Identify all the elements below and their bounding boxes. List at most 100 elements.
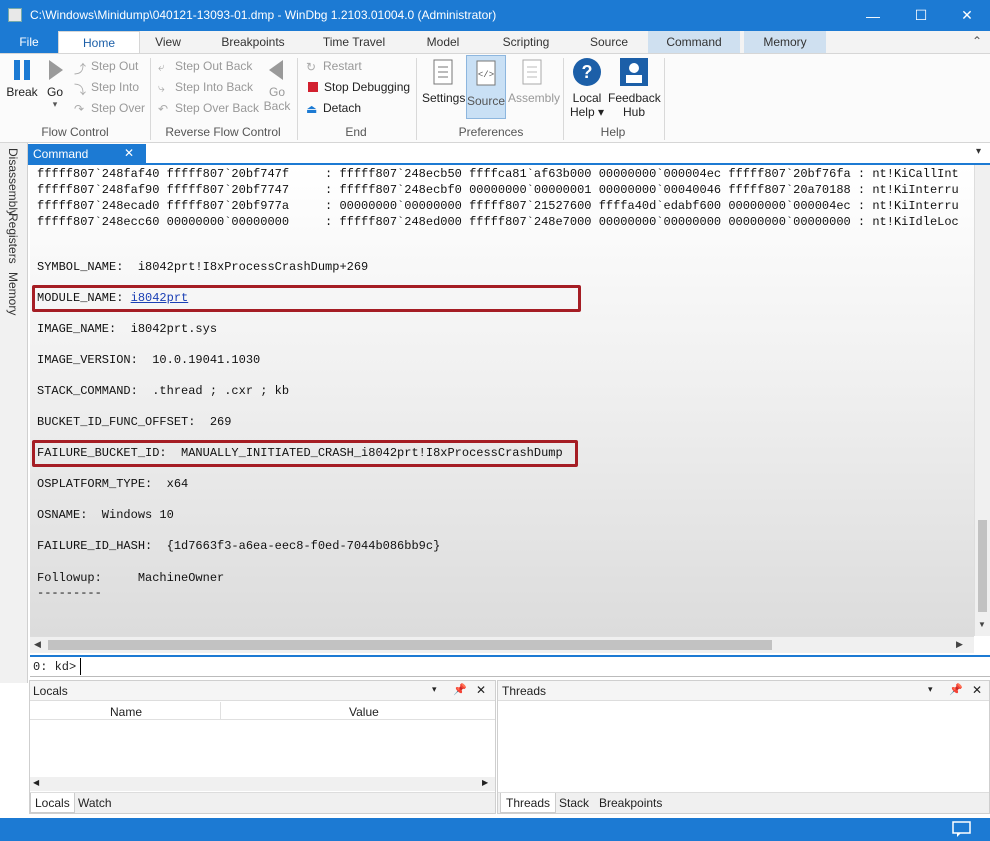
preferences-group-label: Preferences <box>458 125 524 139</box>
step-out-back-button[interactable]: ⤶ Step Out Back <box>158 56 252 76</box>
tab-time-travel[interactable]: Time Travel <box>316 31 392 53</box>
source-button[interactable]: </> Source <box>466 55 506 119</box>
command-input[interactable] <box>80 658 985 675</box>
settings-label: Settings <box>422 91 466 105</box>
locals-col-name[interactable]: Name <box>110 705 142 719</box>
play-icon <box>49 60 63 80</box>
tab-breakpoints-pane[interactable]: Breakpoints <box>599 796 662 810</box>
eject-icon: ⏏ <box>306 101 318 116</box>
step-into-icon: ⤵ <box>74 82 87 97</box>
scroll-left-icon[interactable]: ◀ <box>33 778 39 787</box>
tab-scripting[interactable]: Scripting <box>495 31 557 53</box>
tab-threads[interactable]: Threads <box>500 793 557 813</box>
app-icon <box>8 8 22 22</box>
pane-dropdown-icon[interactable]: ▾ <box>432 684 437 695</box>
os-platform-line: OSPLATFORM_TYPE: x64 <box>37 477 189 491</box>
threads-tab-strip: Threads Stack Breakpoints <box>498 792 989 813</box>
step-into-button[interactable]: ⤵ Step Into <box>74 77 139 97</box>
help-group-label: Help <box>600 125 626 139</box>
minimize-button[interactable]: — <box>850 0 896 31</box>
close-button[interactable]: ✕ <box>944 0 990 31</box>
threads-pane: Threads ▾ 📌 ✕ Threads Stack Breakpoints <box>497 680 990 814</box>
stop-debugging-button[interactable]: Stop Debugging <box>306 77 410 97</box>
tab-command[interactable]: Command <box>648 31 740 53</box>
feedback-hub-label-2: Hub <box>622 105 645 119</box>
tab-view[interactable]: View <box>145 31 191 53</box>
restart-button[interactable]: ↻ Restart <box>306 56 362 76</box>
svg-text:?: ? <box>582 62 593 82</box>
image-name-line: IMAGE_NAME: i8042prt.sys <box>37 322 218 336</box>
window-title: C:\Windows\Minidump\040121-13093-01.dmp … <box>30 8 497 22</box>
go-dropdown-icon[interactable]: ▾ <box>42 99 68 110</box>
output-vertical-scrollbar[interactable]: ▼ <box>974 165 990 636</box>
feedback-hub-button[interactable]: Feedback Hub <box>608 56 661 119</box>
step-over-icon: ↷ <box>74 101 85 116</box>
tab-memory[interactable]: Memory <box>744 31 826 53</box>
followup-line: Followup: MachineOwner <box>37 571 225 585</box>
detach-label: Detach <box>323 101 362 115</box>
settings-button[interactable]: Settings <box>422 58 466 105</box>
assembly-button[interactable]: Assembly <box>508 58 560 105</box>
feedback-hub-label-1: Feedback <box>608 91 661 105</box>
locals-col-value[interactable]: Value <box>349 705 379 719</box>
output-horizontal-scrollbar[interactable]: ◀ ▶ <box>30 636 974 653</box>
threads-pane-title: Threads <box>502 684 547 698</box>
close-tab-icon[interactable]: ✕ <box>124 146 134 160</box>
feedback-chat-icon[interactable] <box>952 821 972 838</box>
step-into-back-label: Step Into Back <box>175 80 254 94</box>
status-bar <box>0 818 990 841</box>
ribbon-collapse-icon[interactable]: ⌃ <box>972 34 982 48</box>
tab-overflow-icon[interactable]: ▾ <box>976 146 981 157</box>
tab-locals[interactable]: Locals <box>30 793 75 813</box>
scroll-right-icon[interactable]: ▶ <box>482 778 488 787</box>
command-doc-tab[interactable]: Command ✕ <box>28 144 146 164</box>
step-out-button[interactable]: ⤴ Step Out <box>74 56 138 76</box>
scroll-left-icon[interactable]: ◀ <box>34 639 41 650</box>
tab-source[interactable]: Source <box>584 31 634 53</box>
step-over-back-button[interactable]: ↶ Step Over Back <box>158 98 259 118</box>
side-tab-disassembly[interactable]: Disassembly <box>6 148 20 216</box>
pane-close-icon[interactable]: ✕ <box>476 683 486 697</box>
scroll-right-icon[interactable]: ▶ <box>956 639 963 650</box>
pane-close-icon[interactable]: ✕ <box>972 683 982 697</box>
module-name-highlight <box>32 285 581 312</box>
tab-home[interactable]: Home <box>58 31 140 54</box>
scroll-down-icon[interactable]: ▼ <box>978 620 986 629</box>
vertical-scroll-thumb[interactable] <box>978 520 987 612</box>
detach-button[interactable]: ⏏ Detach <box>306 98 361 118</box>
step-over-label: Step Over <box>91 101 146 115</box>
stack-line: fffff807`248ecc60 00000000`00000000 : ff… <box>37 215 959 229</box>
step-over-button[interactable]: ↷ Step Over <box>74 98 145 118</box>
go-back-button[interactable]: Go Back <box>262 58 292 113</box>
step-into-back-button[interactable]: ⤷ Step Into Back <box>158 77 253 97</box>
restart-icon: ↻ <box>306 59 317 74</box>
pin-icon[interactable]: 📌 <box>949 683 963 696</box>
help-icon: ? <box>573 58 601 86</box>
pane-dropdown-icon[interactable]: ▾ <box>928 684 933 695</box>
command-input-row: 0: kd> <box>30 655 990 677</box>
kd-prompt: 0: kd> <box>33 660 77 674</box>
tab-breakpoints[interactable]: Breakpoints <box>212 31 294 53</box>
local-help-label-1: Local <box>572 91 602 105</box>
ribbon-separator <box>297 58 298 140</box>
horizontal-scroll-thumb[interactable] <box>48 640 772 650</box>
break-button[interactable]: Break <box>6 58 38 99</box>
side-tab-registers[interactable]: Registers <box>6 213 20 264</box>
side-tab-memory[interactable]: Memory <box>6 272 20 315</box>
image-version-line: IMAGE_VERSION: 10.0.19041.1030 <box>37 353 261 367</box>
locals-pane-header: Locals ▾ 📌 ✕ <box>30 681 495 701</box>
tab-stack[interactable]: Stack <box>559 796 589 810</box>
go-button[interactable]: Go ▾ <box>42 58 68 110</box>
tab-model[interactable]: Model <box>420 31 466 53</box>
stack-line: fffff807`248ecad0 fffff807`20bf977a : 00… <box>37 199 959 213</box>
ribbon-separator <box>563 58 564 140</box>
pin-icon[interactable]: 📌 <box>453 683 467 696</box>
tab-watch[interactable]: Watch <box>78 796 112 810</box>
tab-file[interactable]: File <box>0 31 58 53</box>
source-label: Source <box>467 94 506 108</box>
local-help-button[interactable]: ? Local Help ▾ <box>568 56 606 119</box>
threads-pane-header: Threads ▾ 📌 ✕ <box>498 681 989 701</box>
command-output: fffff807`248faf40 fffff807`20bf747f : ff… <box>30 165 974 636</box>
maximize-button[interactable]: ☐ <box>898 0 944 31</box>
locals-horizontal-scrollbar[interactable]: ◀ ▶ <box>30 777 495 791</box>
